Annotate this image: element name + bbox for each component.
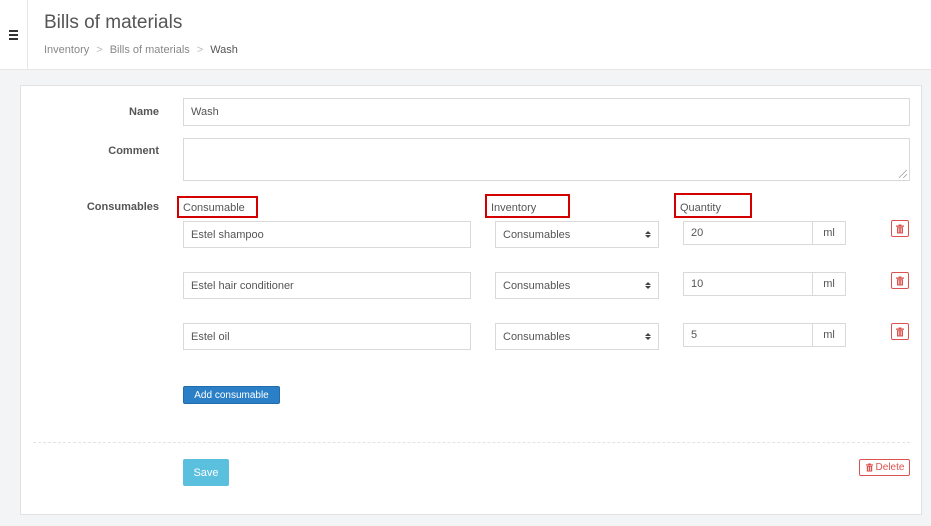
inventory-select[interactable]: Consumables xyxy=(495,272,659,299)
bom-form-panel: Name Wash Comment Consumables Consumable… xyxy=(20,85,922,515)
quantity-unit: ml xyxy=(812,323,846,347)
trash-icon xyxy=(896,327,904,336)
quantity-input[interactable]: 10 xyxy=(683,272,812,296)
consumables-label: Consumables xyxy=(86,201,159,213)
remove-row-button[interactable] xyxy=(891,220,909,237)
column-header-quantity: Quantity xyxy=(674,193,752,218)
breadcrumb-bills-of-materials[interactable]: Bills of materials xyxy=(110,44,190,56)
select-arrows-icon xyxy=(645,282,651,289)
resize-grip-icon[interactable] xyxy=(899,170,907,178)
quantity-unit: ml xyxy=(812,272,846,296)
save-button[interactable]: Save xyxy=(183,459,229,486)
breadcrumb-current: Wash xyxy=(210,44,238,56)
quantity-input[interactable]: 5 xyxy=(683,323,812,347)
name-input[interactable]: Wash xyxy=(183,98,910,126)
name-label: Name xyxy=(129,106,159,118)
add-consumable-button[interactable]: Add consumable xyxy=(183,386,280,404)
trash-icon xyxy=(896,224,904,233)
menu-toggle-button[interactable] xyxy=(0,0,28,70)
inventory-select-value: Consumables xyxy=(503,330,571,343)
consumable-input[interactable]: Estel hair conditioner xyxy=(183,272,471,299)
breadcrumb-separator: > xyxy=(196,44,204,56)
inventory-select[interactable]: Consumables xyxy=(495,323,659,350)
breadcrumb-separator: > xyxy=(96,44,103,56)
inventory-select[interactable]: Consumables xyxy=(495,221,659,248)
consumable-input[interactable]: Estel oil xyxy=(183,323,471,350)
select-arrows-icon xyxy=(645,231,651,238)
comment-textarea[interactable] xyxy=(183,138,910,181)
consumable-input[interactable]: Estel shampoo xyxy=(183,221,471,248)
trash-icon xyxy=(896,276,904,285)
hamburger-icon xyxy=(9,30,18,40)
quantity-group: 5 ml xyxy=(683,323,846,347)
column-header-consumable: Consumable xyxy=(177,196,258,218)
quantity-input[interactable]: 20 xyxy=(683,221,812,245)
page-title: Bills of materials xyxy=(44,12,183,33)
inventory-select-value: Consumables xyxy=(503,279,571,292)
form-divider xyxy=(33,442,910,443)
remove-row-button[interactable] xyxy=(891,323,909,340)
delete-button[interactable]: Delete xyxy=(859,459,910,476)
column-header-inventory: Inventory xyxy=(485,194,570,218)
comment-label: Comment xyxy=(108,145,159,157)
select-arrows-icon xyxy=(645,333,651,340)
top-header: Bills of materials Inventory > Bills of … xyxy=(0,0,931,70)
inventory-select-value: Consumables xyxy=(503,228,571,241)
remove-row-button[interactable] xyxy=(891,272,909,289)
trash-icon xyxy=(865,463,873,472)
delete-button-label: Delete xyxy=(875,462,905,473)
quantity-group: 20 ml xyxy=(683,221,846,245)
breadcrumb: Inventory > Bills of materials > Wash xyxy=(44,44,238,56)
quantity-group: 10 ml xyxy=(683,272,846,296)
breadcrumb-inventory[interactable]: Inventory xyxy=(44,44,89,56)
quantity-unit: ml xyxy=(812,221,846,245)
